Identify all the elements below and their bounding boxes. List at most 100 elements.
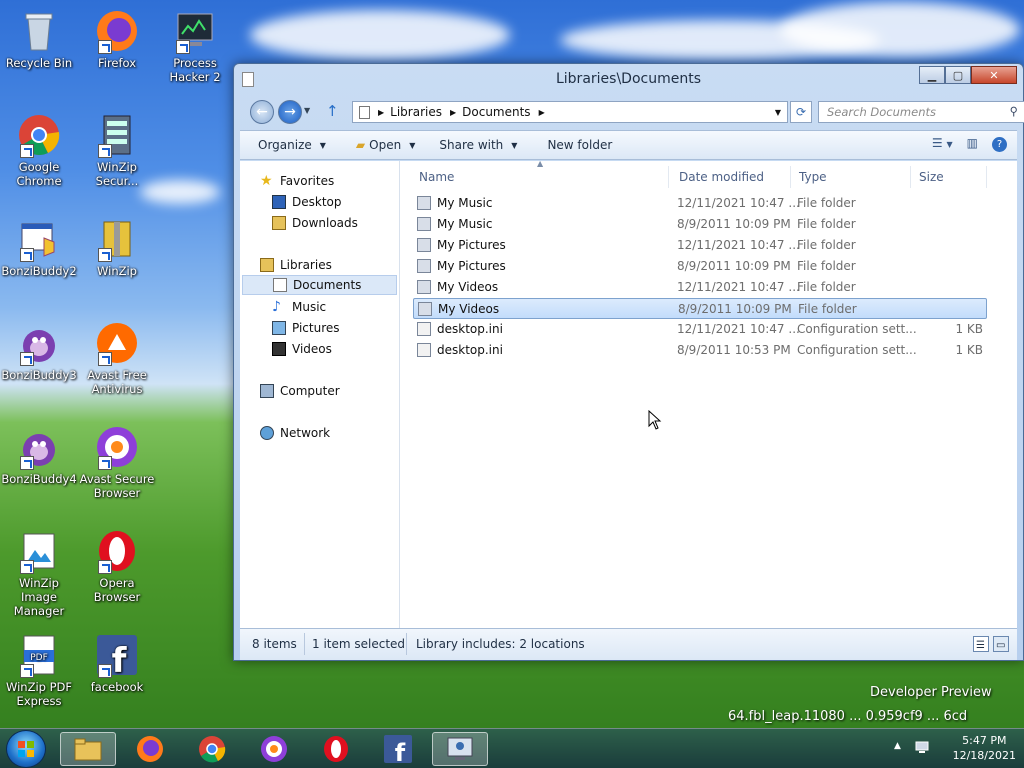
file-row[interactable]: desktop.ini 12/11/2021 10:47 ... Configura… — [413, 319, 987, 340]
up-button[interactable]: ↑ — [326, 102, 339, 120]
maximize-button[interactable]: ▢ — [945, 66, 971, 84]
nav-network[interactable]: Network — [260, 423, 330, 443]
nav-desktop[interactable]: Desktop — [272, 192, 342, 212]
clock[interactable]: 5:47 PM 12/18/2021 — [953, 733, 1016, 763]
arrow-up-icon: ↑ — [326, 102, 339, 120]
taskbar-opera[interactable] — [308, 732, 364, 766]
taskbar-explorer[interactable] — [60, 732, 116, 766]
nav-documents[interactable]: Documents — [242, 275, 397, 295]
column-header-type[interactable]: Type — [791, 166, 911, 188]
file-row[interactable]: My Music 12/11/2021 10:47 ... File folder — [413, 193, 987, 214]
desktop-icon-avast-browser[interactable]: Avast Secure Browser — [78, 424, 156, 500]
chevron-down-icon: ▼ — [304, 106, 311, 115]
share-with-button[interactable]: Share with ▼ — [427, 138, 529, 152]
taskbar-avast-browser[interactable] — [246, 732, 302, 766]
desktop-icon-bonzibuddy4[interactable]: BonziBuddy4 — [0, 424, 78, 486]
file-name: My Videos — [438, 302, 500, 316]
breadcrumb-documents[interactable]: Documents — [462, 105, 530, 119]
taskbar-facebook[interactable]: f — [370, 732, 426, 766]
file-name: My Pictures — [437, 259, 506, 273]
desktop-icon-winzip-image[interactable]: WinZip Image Manager — [0, 528, 78, 618]
nav-videos[interactable]: Videos — [272, 339, 332, 359]
column-header-size[interactable]: Size — [911, 166, 987, 188]
network-tray-icon[interactable] — [914, 739, 930, 755]
column-label: Date modified — [679, 170, 765, 184]
file-name: My Videos — [437, 280, 499, 294]
recent-pages-dropdown[interactable]: ▼ — [304, 106, 310, 115]
file-date: 8/9/2011 10:53 PM — [677, 343, 791, 357]
desktop-icon-chrome[interactable]: Google Chrome — [0, 112, 78, 188]
file-row[interactable]: My Videos 12/11/2021 10:47 ... File folder — [413, 277, 987, 298]
details-view-button[interactable]: ☰ — [973, 636, 989, 652]
nav-libraries[interactable]: Libraries — [260, 255, 332, 275]
desktop-icon-opera[interactable]: Opera Browser — [78, 528, 156, 604]
desktop-icon-recycle-bin[interactable]: Recycle Bin — [0, 8, 78, 70]
nav-computer[interactable]: Computer — [260, 381, 340, 401]
file-date: 12/11/2021 10:47 ... — [677, 238, 800, 252]
file-row[interactable]: My Music 8/9/2011 10:09 PM File folder — [413, 214, 987, 235]
folder-open-icon: ▰ — [355, 138, 366, 152]
desktop-icon-firefox[interactable]: Firefox — [78, 8, 156, 70]
column-header-name[interactable]: Name — [411, 166, 669, 188]
chevron-right-icon: ▶ — [378, 107, 385, 117]
desktop-icon-winzip[interactable]: WinZip — [78, 216, 156, 278]
start-button[interactable] — [6, 730, 46, 768]
preview-pane-button[interactable]: ▥ — [967, 136, 978, 152]
file-row[interactable]: My Videos 8/9/2011 10:09 PM File folder — [413, 298, 987, 319]
column-label: Type — [799, 170, 827, 184]
view-options-button[interactable]: ☰ ▼ — [932, 136, 953, 152]
nav-label: Videos — [292, 342, 332, 356]
facebook-icon: f — [384, 735, 412, 764]
breadcrumb-libraries[interactable]: Libraries — [390, 105, 442, 119]
title-bar[interactable]: Libraries\Documents ▁ ▢ ✕ — [234, 64, 1023, 96]
taskbar-firefox[interactable] — [122, 732, 178, 766]
help-button[interactable]: ? — [992, 136, 1007, 152]
nav-label: Pictures — [292, 321, 340, 335]
desktop-icon-bonzibuddy3[interactable]: BonziBuddy3 — [0, 320, 78, 382]
desktop-icon-label: BonziBuddy2 — [1, 264, 77, 278]
open-button[interactable]: ▰ Open ▼ — [344, 138, 427, 152]
desktop-icon-avast-antivirus[interactable]: Avast Free Antivirus — [78, 320, 156, 396]
address-bar[interactable]: ▶ Libraries ▶ Documents ▶ ▼ — [352, 101, 788, 123]
file-row[interactable]: My Pictures 8/9/2011 10:09 PM File folder — [413, 256, 987, 277]
taskbar-remote-app[interactable] — [432, 732, 488, 766]
desktop-icon-winzip-pdf[interactable]: PDF WinZip PDF Express — [0, 632, 78, 708]
chevron-down-icon: ▼ — [319, 140, 326, 150]
file-row[interactable]: desktop.ini 8/9/2011 10:53 PM Configuratio… — [413, 340, 987, 361]
file-type: File folder — [797, 196, 856, 210]
show-hidden-icons-button[interactable]: ▲ — [894, 741, 901, 751]
file-row[interactable]: My Pictures 12/11/2021 10:47 ... File fold… — [413, 235, 987, 256]
new-folder-button[interactable]: New folder — [535, 138, 624, 152]
minimize-icon: ▁ — [927, 68, 937, 82]
desktop-icon-label: facebook — [90, 680, 144, 694]
desktop-icon-winzip-secure[interactable]: WinZip Secur... — [78, 112, 156, 188]
desktop-icon-label: Opera Browser — [93, 576, 141, 604]
cloud — [250, 10, 510, 60]
desktop-icon-label: WinZip Image Manager — [13, 576, 65, 618]
computer-icon — [260, 384, 274, 398]
desktop-icon-process-hacker[interactable]: Process Hacker 2 — [156, 8, 234, 84]
large-icons-view-button[interactable]: ▭ — [993, 636, 1009, 652]
nav-downloads[interactable]: Downloads — [272, 213, 358, 233]
clock-date: 12/18/2021 — [952, 749, 1016, 762]
back-button[interactable]: ← — [250, 100, 274, 124]
desktop-icon-facebook[interactable]: f facebook — [78, 632, 156, 694]
desktop-icon-bonzibuddy2[interactable]: BonziBuddy2 — [0, 216, 78, 278]
shortcut-folder-icon — [418, 302, 432, 316]
nav-music[interactable]: ♪ Music — [272, 297, 326, 317]
file-size: 1 KB — [955, 343, 983, 357]
refresh-button[interactable]: ⟳ — [790, 101, 812, 123]
search-input[interactable]: Search Documents ⚲ — [818, 101, 1024, 123]
close-button[interactable]: ✕ — [971, 66, 1017, 84]
nav-favorites[interactable]: ★ Favorites — [260, 171, 334, 191]
opera-icon — [94, 528, 140, 574]
nav-pictures[interactable]: Pictures — [272, 318, 340, 338]
forward-button[interactable]: → — [278, 100, 302, 124]
taskbar-chrome[interactable] — [184, 732, 240, 766]
minimize-button[interactable]: ▁ — [919, 66, 945, 84]
column-header-date[interactable]: Date modified — [671, 166, 791, 188]
organize-button[interactable]: Organize ▼ — [246, 138, 338, 152]
file-date: 12/11/2021 10:47 ... — [677, 196, 800, 210]
address-dropdown[interactable]: ▼ — [775, 108, 781, 117]
refresh-icon: ⟳ — [795, 105, 807, 119]
